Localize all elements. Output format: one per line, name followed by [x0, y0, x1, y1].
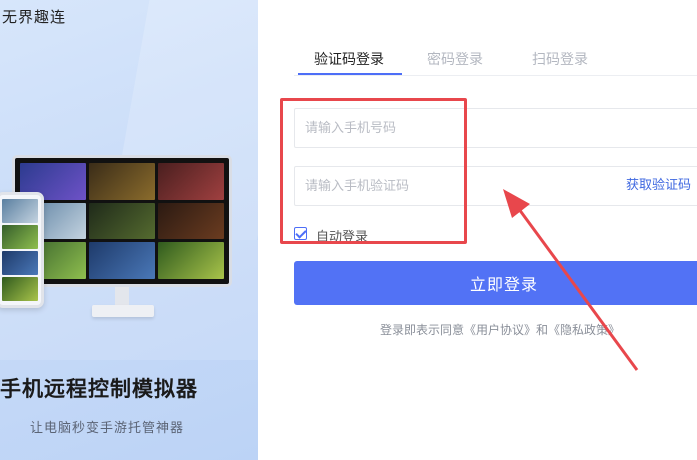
monitor-stand [115, 287, 129, 307]
promo-title: 手机远程控制模拟器 [0, 377, 198, 401]
monitor-base [92, 305, 154, 317]
user-agreement-link[interactable]: 《用户协议》 [464, 323, 536, 337]
auto-login-label[interactable]: 自动登录 [316, 226, 368, 245]
phone-input[interactable] [295, 109, 605, 147]
tabs-divider [294, 75, 697, 76]
tab-sms-login[interactable]: 验证码登录 [314, 49, 384, 69]
auto-login-checkbox[interactable] [294, 227, 307, 240]
agreement-prefix: 登录即表示同意 [380, 323, 465, 337]
get-code-button[interactable]: 获取验证码 [626, 167, 691, 205]
monitor-illustration [12, 155, 232, 287]
game-thumbnail [158, 202, 224, 240]
game-thumbnail [2, 225, 38, 249]
agreement-text: 登录即表示同意《用户协议》和《隐私政策》 [380, 321, 620, 338]
phone-illustration [0, 192, 44, 308]
login-button[interactable]: 立即登录 [294, 261, 697, 305]
tab-qrcode-login[interactable]: 扫码登录 [532, 49, 588, 69]
login-panel: 验证码登录 密码登录 扫码登录 获取验证码 自动登录 立即登录 登录即表示同意《… [258, 0, 697, 460]
game-thumbnail [89, 242, 155, 279]
agreement-and: 和 [536, 323, 549, 337]
game-thumbnail [89, 202, 155, 240]
game-thumbnail [2, 199, 38, 223]
tab-password-login[interactable]: 密码登录 [427, 49, 483, 69]
verification-code-input[interactable] [295, 167, 605, 205]
game-thumbnail [158, 163, 224, 200]
brand-name: 无界趣连 [2, 8, 67, 26]
game-thumbnail [89, 163, 155, 200]
phone-field [294, 108, 697, 148]
game-thumbnail [2, 277, 38, 301]
promo-panel: 无界趣连 手机远程控制模拟器 让电脑秒变手游托管神器 [0, 0, 258, 460]
code-field: 获取验证码 [294, 166, 697, 206]
game-thumbnail [2, 251, 38, 275]
game-thumbnail [158, 242, 224, 279]
promo-subtitle: 让电脑秒变手游托管神器 [30, 421, 185, 436]
privacy-policy-link[interactable]: 《隐私政策》 [548, 323, 620, 337]
active-tab-indicator [298, 73, 402, 75]
